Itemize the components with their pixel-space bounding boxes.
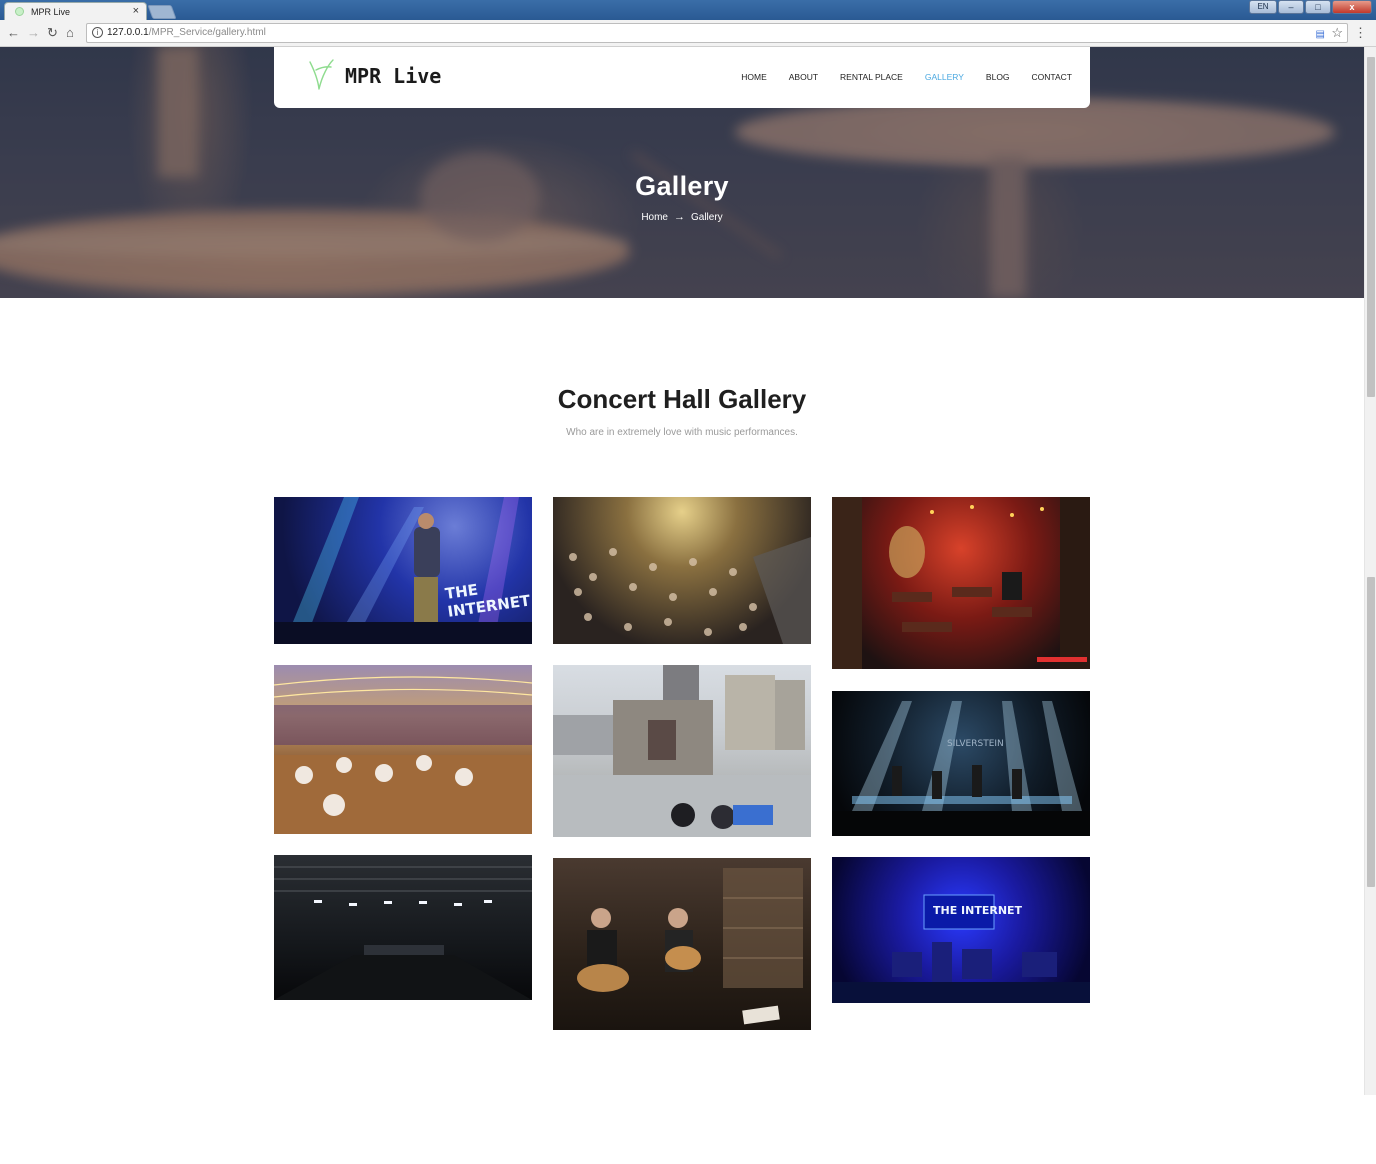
gallery-photo-crowd-concert[interactable] xyxy=(553,497,811,644)
reload-icon[interactable]: ↻ xyxy=(47,25,58,41)
photo-artwork xyxy=(832,497,1090,669)
breadcrumb-current: Gallery xyxy=(691,212,723,223)
new-tab-button[interactable] xyxy=(147,5,177,19)
photo-artwork xyxy=(274,676,532,834)
photo-artwork xyxy=(274,866,532,1000)
ime-indicator[interactable]: EN xyxy=(1249,0,1277,14)
main-nav: HOME ABOUT RENTAL PLACE GALLERY BLOG CON… xyxy=(741,72,1072,82)
tab-close-icon[interactable]: × xyxy=(133,5,139,17)
gallery-photo-empty-concert-hall[interactable] xyxy=(274,855,532,1000)
gallery-photo-band-stage-lights[interactable]: SILVERSTEIN xyxy=(832,691,1090,836)
gallery-photo-rooftop-acoustic-stage[interactable] xyxy=(553,665,811,837)
breadcrumb-home-link[interactable]: Home xyxy=(641,212,668,223)
web-page: Gallery Home → Gallery MPR Live HOME ABOUT… xyxy=(0,47,1364,1095)
site-logo-text[interactable]: MPR Live xyxy=(345,64,441,88)
bookmark-star-icon[interactable]: ☆ xyxy=(1331,24,1343,42)
gallery-photo-red-club-interior[interactable] xyxy=(832,497,1090,669)
browser-menu-icon[interactable]: ⋮ xyxy=(1354,25,1367,41)
scrollbar-thumb-secondary[interactable] xyxy=(1367,577,1375,887)
gallery-subtitle: Who are in extremely love with music per… xyxy=(566,427,798,438)
close-window-button[interactable]: x xyxy=(1332,0,1372,14)
minimize-button[interactable]: – xyxy=(1278,0,1304,14)
tab-title: MPR Live xyxy=(31,7,71,17)
photo-artwork xyxy=(274,497,532,644)
forward-arrow-icon[interactable]: → xyxy=(27,25,40,41)
home-icon[interactable]: ⌂ xyxy=(66,25,74,41)
address-bar[interactable]: i 127.0.0.1/MPR_Service/gallery.html ▤ ☆ xyxy=(86,23,1348,43)
gallery-photo-acoustic-duo-studio[interactable] xyxy=(553,858,811,1030)
site-header: MPR Live HOME ABOUT RENTAL PLACE GALLERY… xyxy=(274,47,1090,108)
translate-icon[interactable]: ▤ xyxy=(1316,26,1325,44)
photo-artwork xyxy=(569,537,811,644)
page-scrollbar[interactable] xyxy=(1364,47,1376,1095)
gallery-photo-singer-on-stage[interactable]: THE INTERNET xyxy=(274,497,532,644)
scrollbar-thumb[interactable] xyxy=(1367,57,1375,397)
nav-home[interactable]: HOME xyxy=(741,72,767,82)
window-controls: EN – □ x xyxy=(1249,0,1372,16)
nav-blog[interactable]: BLOG xyxy=(986,72,1010,82)
photo-artwork xyxy=(832,894,1090,1003)
gallery-photo-blue-stage-screen[interactable]: THE INTERNET xyxy=(832,857,1090,1003)
maximize-button[interactable]: □ xyxy=(1305,0,1331,14)
browser-toolbar: ← → ↻ ⌂ i 127.0.0.1/MPR_Service/gallery.… xyxy=(0,20,1376,47)
window-titlebar: MPR Live × EN – □ x xyxy=(0,0,1376,20)
svg-text:SILVERSTEIN: SILVERSTEIN xyxy=(947,739,1004,749)
nav-rental-place[interactable]: RENTAL PLACE xyxy=(840,72,903,82)
browser-tab[interactable]: MPR Live × xyxy=(4,2,147,20)
nav-gallery[interactable]: GALLERY xyxy=(925,72,964,82)
back-arrow-icon[interactable]: ← xyxy=(7,25,20,41)
photo-artwork: SILVERSTEIN xyxy=(832,701,1090,836)
arrow-right-icon: → xyxy=(674,211,685,223)
site-info-icon[interactable]: i xyxy=(92,27,103,38)
photo-artwork xyxy=(553,665,811,837)
favicon-icon xyxy=(15,7,24,16)
photo-caption: THE INTERNET xyxy=(933,904,1023,917)
url-text: 127.0.0.1/MPR_Service/gallery.html xyxy=(107,27,266,38)
nav-contact[interactable]: CONTACT xyxy=(1032,72,1072,82)
logo-icon[interactable] xyxy=(306,56,336,92)
gallery-title: Concert Hall Gallery xyxy=(557,384,807,414)
gallery-photo-rooftop-string-lights[interactable] xyxy=(274,665,532,834)
breadcrumb: Home → Gallery xyxy=(0,211,1364,223)
photo-artwork xyxy=(577,868,803,1025)
page-title: Gallery xyxy=(635,171,729,201)
nav-about[interactable]: ABOUT xyxy=(789,72,818,82)
